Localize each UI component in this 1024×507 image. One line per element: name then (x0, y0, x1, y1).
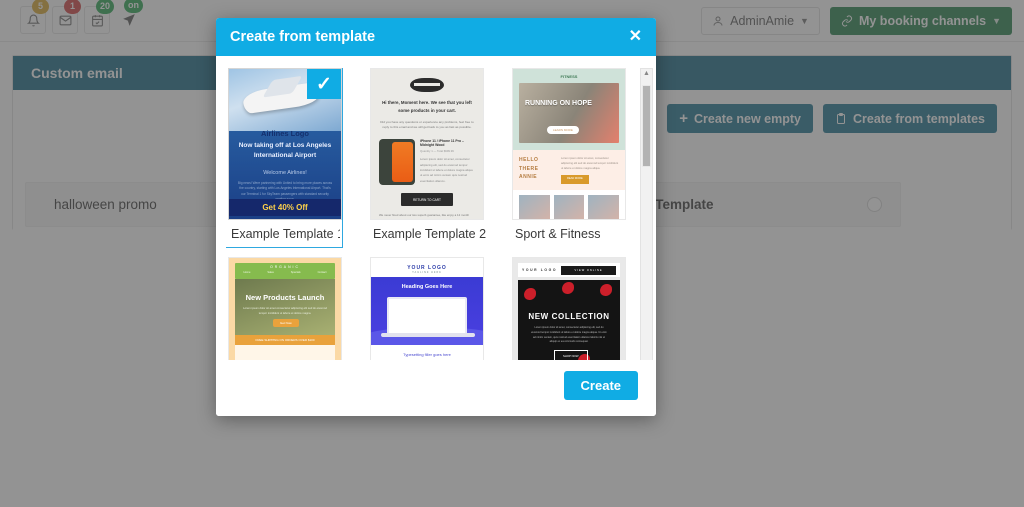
collection-hero-body: Lorem ipsum dolor sit amet, consectetur … (531, 326, 607, 344)
template-thumbnail: YOUR LOGO TAGLINE HERE Heading Goes Here… (370, 257, 484, 360)
collection-nav: VIEW ONLINE (561, 265, 616, 275)
fitness-card-image (553, 195, 585, 219)
template-grid: Airlines Logo Now taking off at Los Ange… (226, 68, 646, 360)
airline-welcome: Welcome Airlines! (263, 170, 307, 176)
fitness-hero: RUNNING ON HOPE LEARN MORE (519, 83, 619, 143)
organic-template-preview: ORGANIC Home Sales Specials Contact New … (229, 258, 341, 360)
organic-hero-cta: Get Now (273, 319, 299, 327)
template-card-label: Example Template 2 (373, 227, 487, 241)
airline-headline: Now taking off at Los Angeles Internatio… (238, 142, 332, 159)
create-from-template-modal: Create from template ✕ Airlines Logo Now… (216, 18, 656, 416)
template-card-new-products-launch[interactable]: ORGANIC Home Sales Specials Contact New … (228, 257, 346, 360)
collection-template-preview: YOUR LOGO VIEW ONLINE NEW COLLECTION Lor… (513, 258, 625, 360)
collection-hero: NEW COLLECTION Lorem ipsum dolor sit ame… (518, 280, 620, 360)
cart-footer: We never flood about our two superb guar… (379, 213, 470, 219)
scrollbar-thumb[interactable] (642, 85, 651, 167)
organic-hero-title: New Products Launch (245, 293, 325, 302)
template-card-label: Example Template 1 (231, 227, 340, 241)
fitness-card-image (588, 195, 620, 219)
product-body: Lorem ipsum dolor sit amet, consectetur … (420, 157, 473, 183)
collection-header: YOUR LOGO VIEW ONLINE (518, 263, 620, 277)
fitness-cards: Lorem ipsum dolor sit amet consectetur a… (513, 190, 625, 219)
product-name: iPhone 11 / iPhone 11 Pro – Midnight Woo… (420, 139, 464, 148)
collection-hero-cta: SHOP NOW (554, 350, 588, 360)
tech-subtitle: Typesetting filler goes here (403, 352, 451, 357)
product-block: iPhone 11 / iPhone 11 Pro – Midnight Woo… (379, 139, 475, 186)
cart-cta: RETURN TO CART (401, 193, 453, 207)
fitness-section-title: HELLO THERE ANNIE (519, 157, 539, 180)
flower-shape (600, 284, 612, 296)
tech-logo-sub: TAGLINE HERE (412, 271, 442, 274)
fitness-template-preview: FITNESS RUNNING ON HOPE LEARN MORE HELLO… (513, 69, 625, 219)
airline-cta: Get 40% Off (229, 199, 341, 216)
fitness-section: HELLO THERE ANNIE Lorem ipsum dolor sit … (513, 150, 625, 191)
modal-footer: Create (216, 360, 656, 416)
organic-hero: New Products Launch Lorem ipsum dolor si… (235, 279, 335, 335)
template-thumbnail: YOUR LOGO VIEW ONLINE NEW COLLECTION Lor… (512, 257, 626, 360)
fitness-card: Lorem ipsum dolor sit amet consectetur a… (519, 195, 550, 219)
template-grid-scrollbar[interactable]: ▲ ▼ (640, 68, 653, 360)
fitness-card-image (519, 195, 550, 219)
collection-logo: YOUR LOGO (522, 268, 558, 272)
organic-strip: FREE SHIPPING ON ORDERS OVER $100 (235, 335, 335, 345)
template-thumbnail: FITNESS RUNNING ON HOPE LEARN MORE HELLO… (512, 68, 626, 220)
airline-logo-text: Airlines Logo (261, 129, 309, 138)
modal-header: Create from template ✕ (216, 18, 656, 56)
tech-hero: Heading Goes Here (371, 277, 483, 345)
fitness-section-cta: READ MORE (561, 175, 589, 185)
fitness-logo: FITNESS (560, 74, 578, 79)
template-card-new-collection[interactable]: YOUR LOGO VIEW ONLINE NEW COLLECTION Lor… (512, 257, 630, 360)
cart-headline: Hi there, Moment here. We see that you l… (382, 100, 472, 113)
collection-hero-title: NEW COLLECTION (528, 312, 610, 321)
template-card-sport-fitness[interactable]: FITNESS RUNNING ON HOPE LEARN MORE HELLO… (512, 68, 630, 245)
fitness-section-body: Lorem ipsum dolor sit amet, consectetur … (561, 156, 619, 185)
fitness-card: Lorem ipsum dolor sit amet consectetur e… (553, 195, 585, 219)
tech-template-preview: YOUR LOGO TAGLINE HERE Heading Goes Here… (371, 258, 483, 360)
tech-hero-title: Heading Goes Here (401, 284, 453, 290)
organic-nav-item: Specials (290, 271, 301, 274)
organic-nav: Home Sales Specials Contact (235, 271, 335, 274)
product-details: iPhone 11 / iPhone 11 Pro – Midnight Woo… (420, 139, 475, 185)
scroll-up-arrow-icon[interactable]: ▲ (643, 69, 650, 78)
tech-logo: YOUR LOGO TAGLINE HERE (371, 258, 483, 277)
organic-logo: ORGANIC (270, 265, 300, 269)
phone-image (379, 139, 415, 186)
fitness-top: FITNESS RUNNING ON HOPE LEARN MORE (513, 69, 625, 150)
brand-logo (410, 78, 444, 92)
flower-shape (524, 288, 536, 300)
close-icon[interactable]: ✕ (629, 29, 642, 45)
template-card-your-logo[interactable]: YOUR LOGO TAGLINE HERE Heading Goes Here… (370, 257, 488, 360)
product-meta: Quantity 1 — Total $999.99 (420, 149, 454, 154)
modal-title: Create from template (230, 29, 376, 45)
template-card-label: Sport & Fitness (515, 227, 601, 241)
organic-body: "Made From Organic Ingredients" Lorem ip… (235, 345, 335, 360)
organic-nav-item: Sales (267, 271, 274, 274)
cart-body: Did you have any questions or experience… (380, 119, 474, 130)
template-grid-scroll-area[interactable]: Airlines Logo Now taking off at Los Ange… (226, 68, 646, 360)
laptop-image (381, 297, 475, 337)
fitness-section-text: Lorem ipsum dolor sit amet, consectetur … (561, 157, 619, 171)
create-button[interactable]: Create (563, 370, 638, 400)
template-thumbnail: Hi there, Moment here. We see that you l… (370, 68, 484, 220)
modal-body: Airlines Logo Now taking off at Los Ange… (216, 56, 656, 360)
check-icon: ✓ (307, 69, 341, 99)
fitness-card: Lorem ipsum dolor sit amet consectetur a… (588, 195, 620, 219)
template-thumbnail: ORGANIC Home Sales Specials Contact New … (228, 257, 342, 360)
cart-template-preview: Hi there, Moment here. We see that you l… (371, 69, 483, 219)
organic-hero-body: Lorem ipsum dolor sit amet consectetur a… (243, 307, 327, 315)
template-thumbnail: Airlines Logo Now taking off at Los Ange… (228, 68, 342, 220)
fitness-hero-title: RUNNING ON HOPE (525, 100, 592, 107)
organic-nav-item: Home (243, 271, 251, 274)
organic-nav-item: Contact (317, 271, 327, 274)
fitness-hero-cta: LEARN MORE (547, 126, 579, 134)
organic-navbar: ORGANIC Home Sales Specials Contact (235, 263, 335, 279)
flower-shape (562, 282, 574, 294)
template-card-example-template-1[interactable]: Airlines Logo Now taking off at Los Ange… (226, 68, 343, 248)
template-card-example-template-2[interactable]: Hi there, Moment here. We see that you l… (370, 68, 488, 245)
